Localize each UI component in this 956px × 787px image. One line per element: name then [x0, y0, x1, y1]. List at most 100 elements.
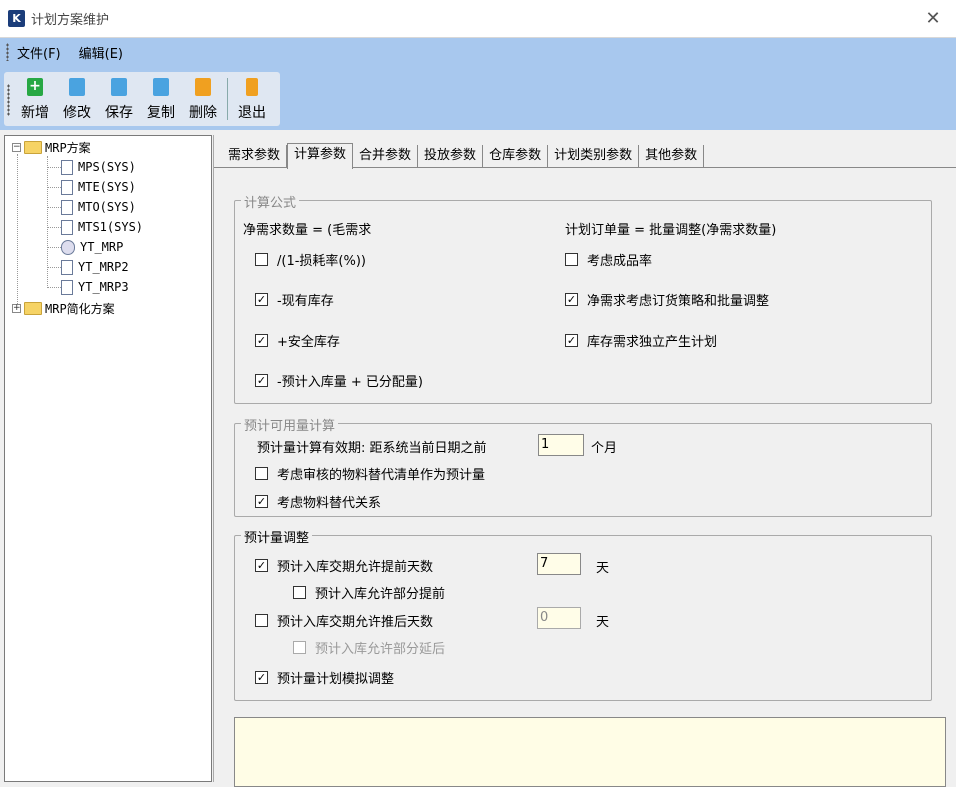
- tree-node-yt-mrp2[interactable]: YT_MRP2: [61, 257, 129, 277]
- loss-rate-checkbox[interactable]: /(1-损耗率(%)): [255, 250, 366, 269]
- tree-line: [47, 247, 61, 248]
- tab-merge[interactable]: 合并参数: [353, 145, 419, 167]
- save-button[interactable]: 保存: [98, 72, 140, 126]
- trash-icon: [195, 78, 211, 96]
- checkbox-box: [255, 467, 268, 480]
- tree-line: [17, 154, 18, 310]
- on-hand-checkbox[interactable]: ✓ -现有库存: [255, 290, 334, 309]
- on-hand-label: -现有库存: [277, 294, 334, 309]
- advance-days-input[interactable]: 7: [537, 553, 581, 575]
- tree-node-yt-mrp3[interactable]: YT_MRP3: [61, 277, 129, 297]
- tab-plan-category[interactable]: 计划类别参数: [548, 145, 640, 167]
- copy-button[interactable]: 复制: [140, 72, 182, 126]
- document-icon: [61, 279, 73, 295]
- tree-node-label: MTS1(SYS): [78, 220, 144, 234]
- add-button[interactable]: + 新增: [14, 72, 56, 126]
- tab-demand[interactable]: 需求参数: [222, 145, 288, 167]
- checkbox-box: [255, 253, 268, 266]
- scheme-tree[interactable]: − MRP方案 MPS(SYS) MTE(SYS) MTO(SYS) MTS1(…: [4, 135, 212, 782]
- expected-in-checkbox[interactable]: ✓ -预计入库量 + 已分配量): [255, 371, 423, 390]
- app-icon: K: [8, 10, 25, 27]
- check-icon: ✓: [565, 334, 578, 347]
- tree-node-mrp-scheme[interactable]: − MRP方案: [12, 137, 91, 157]
- save-button-label: 保存: [105, 105, 133, 121]
- order-policy-checkbox[interactable]: ✓ 净需求考虑订货策略和批量调整: [565, 290, 769, 309]
- memo-area[interactable]: [234, 717, 946, 787]
- delay-partial-checkbox[interactable]: 预计入库允许部分延后: [293, 638, 445, 657]
- check-icon: ✓: [255, 374, 268, 387]
- checkbox-box: [565, 253, 578, 266]
- simulate-checkbox[interactable]: ✓ 预计量计划模拟调整: [255, 668, 394, 687]
- menu-edit[interactable]: 编辑(E): [79, 43, 123, 62]
- yield-rate-label: 考虑成品率: [587, 254, 653, 269]
- toolbar: + 新增 修改 保存 复制 删除 退出: [4, 72, 280, 126]
- simulate-label: 预计量计划模拟调整: [277, 672, 395, 687]
- search-document-icon: [61, 239, 75, 255]
- audited-bom-checkbox[interactable]: 考虑审核的物料替代清单作为预计量: [255, 464, 485, 483]
- menu-grip-icon[interactable]: [6, 43, 9, 61]
- tab-other[interactable]: 其他参数: [639, 145, 705, 167]
- available-calc-title: 预计可用量计算: [241, 415, 339, 434]
- substitution-checkbox[interactable]: ✓ 考虑物料替代关系: [255, 492, 381, 511]
- tree-node-mts1[interactable]: MTS1(SYS): [61, 217, 143, 237]
- menu-file[interactable]: 文件(F): [17, 43, 61, 62]
- check-icon: ✓: [565, 293, 578, 306]
- exit-button[interactable]: 退出: [231, 72, 273, 126]
- tab-warehouse[interactable]: 仓库参数: [483, 145, 549, 167]
- valid-period-input[interactable]: 1: [538, 434, 584, 456]
- tree-node-label: MRP简化方案: [45, 301, 115, 316]
- checkbox-box: [293, 641, 306, 654]
- yield-rate-checkbox[interactable]: 考虑成品率: [565, 250, 652, 269]
- valid-period-label: 预计量计算有效期: 距系统当前日期之前: [257, 441, 487, 456]
- tree-node-label: YT_MRP: [80, 240, 124, 254]
- tab-calc[interactable]: 计算参数: [287, 143, 354, 169]
- tree-node-label: MPS(SYS): [78, 160, 136, 174]
- expected-in-label: -预计入库量 + 已分配量): [277, 375, 423, 390]
- delay-days-unit: 天: [596, 615, 610, 630]
- close-button[interactable]: ✕: [910, 0, 956, 38]
- tree-line: [47, 207, 61, 208]
- tree-node-mte[interactable]: MTE(SYS): [61, 177, 136, 197]
- tree-line: [47, 267, 61, 268]
- delay-days-checkbox[interactable]: 预计入库交期允许推后天数: [255, 611, 433, 630]
- stock-independent-checkbox[interactable]: ✓ 库存需求独立产生计划: [565, 331, 717, 350]
- loss-rate-label: /(1-损耗率(%)): [277, 254, 366, 269]
- tree-node-mps[interactable]: MPS(SYS): [61, 157, 136, 177]
- tree-node-yt-mrp[interactable]: YT_MRP: [61, 237, 123, 257]
- menu-bar: 文件(F) 编辑(E): [0, 38, 956, 66]
- check-icon: ✓: [255, 495, 268, 508]
- delete-button-label: 删除: [189, 105, 217, 121]
- safety-stock-checkbox[interactable]: ✓ +安全库存: [255, 331, 340, 350]
- document-icon: [61, 199, 73, 215]
- delete-button[interactable]: 删除: [182, 72, 224, 126]
- checkbox-box: [255, 614, 268, 627]
- checkbox-box: [293, 586, 306, 599]
- collapse-icon[interactable]: −: [12, 142, 21, 152]
- tree-line: [47, 187, 61, 188]
- open-folder-icon: [24, 140, 42, 154]
- copy-icon: [153, 78, 169, 96]
- delay-days-label: 预计入库交期允许推后天数: [277, 615, 434, 630]
- toolbar-grip-icon[interactable]: [7, 84, 10, 116]
- tree-node-mto[interactable]: MTO(SYS): [61, 197, 136, 217]
- delay-days-input[interactable]: 0: [537, 607, 581, 629]
- tab-release[interactable]: 投放参数: [418, 145, 484, 167]
- exit-door-icon: [246, 78, 258, 96]
- edit-icon: [69, 78, 85, 96]
- calc-formula-group: 计算公式 净需求数量 = (毛需求 计划订单量 = 批量调整(净需求数量) /(…: [234, 192, 932, 404]
- advance-days-checkbox[interactable]: ✓ 预计入库交期允许提前天数: [255, 556, 433, 575]
- save-icon: [111, 78, 127, 96]
- expand-icon[interactable]: +: [12, 303, 21, 313]
- exit-button-label: 退出: [238, 105, 266, 121]
- tree-node-label: YT_MRP3: [78, 280, 129, 294]
- edit-button[interactable]: 修改: [56, 72, 98, 126]
- advance-partial-checkbox[interactable]: 预计入库允许部分提前: [293, 583, 445, 602]
- tree-node-label: MRP方案: [45, 140, 91, 155]
- valid-period-unit: 个月: [591, 441, 618, 456]
- edit-button-label: 修改: [63, 105, 91, 121]
- copy-button-label: 复制: [147, 105, 175, 121]
- check-icon: ✓: [255, 559, 268, 572]
- tree-node-mrp-simplified[interactable]: + MRP简化方案: [12, 298, 115, 318]
- document-icon: [61, 259, 73, 275]
- advance-days-unit: 天: [596, 561, 610, 576]
